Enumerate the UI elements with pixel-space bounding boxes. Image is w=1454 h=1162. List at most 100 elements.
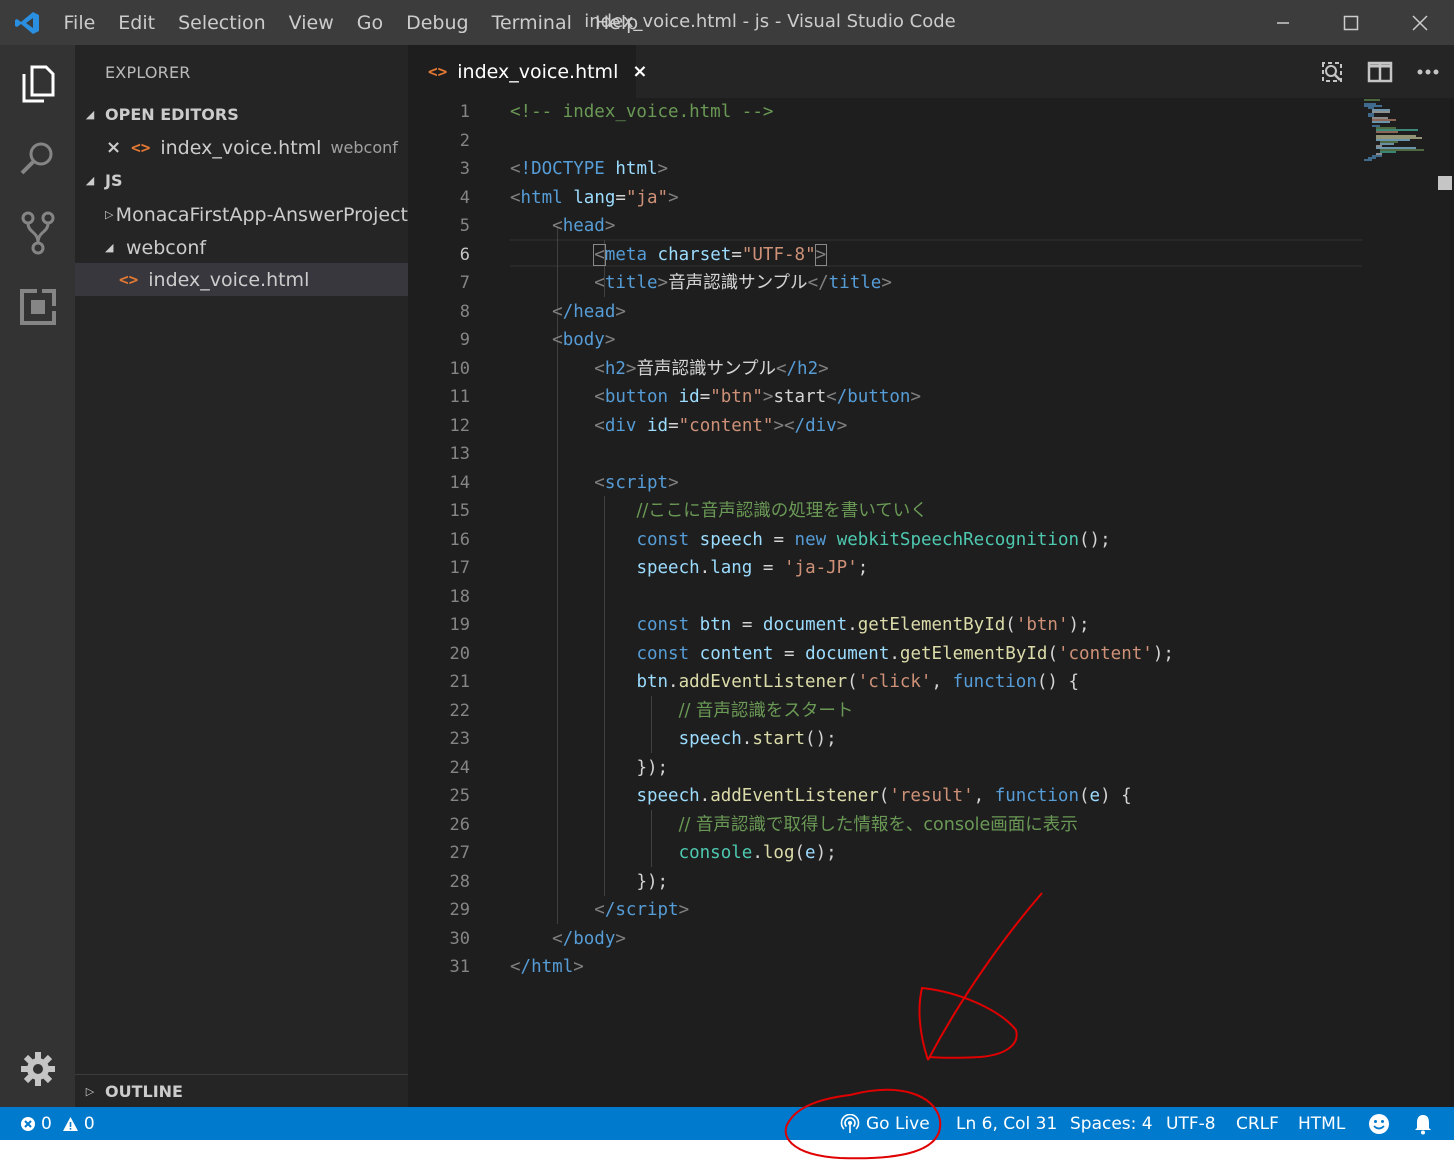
section-label: JS — [105, 171, 123, 190]
go-live-label: Go Live — [866, 1113, 930, 1134]
section-label: OUTLINE — [105, 1081, 183, 1101]
open-preview-button[interactable] — [1318, 58, 1346, 86]
activity-bar — [0, 45, 75, 1107]
explorer-button[interactable] — [16, 62, 60, 106]
minimize-icon — [1277, 21, 1289, 24]
tree-item-folder[interactable]: ▷ MonacaFirstApp-AnswerProject — [75, 198, 408, 231]
tree-item-label: MonacaFirstApp-AnswerProject — [115, 203, 408, 226]
tree-item-file[interactable]: <> index_voice.html — [75, 263, 408, 296]
code-line-1: <!-- index_voice.html --> — [510, 102, 774, 122]
settings-gear-icon — [21, 1052, 55, 1086]
open-preview-icon — [1322, 62, 1342, 82]
code-line-7: <title>音声認識サンプル</title> — [594, 273, 892, 293]
maximize-button[interactable] — [1316, 0, 1386, 45]
editor-tab[interactable]: <> index_voice.html × — [408, 45, 647, 98]
line-number: 8 — [459, 301, 470, 322]
smiley-icon — [1369, 1113, 1389, 1134]
code-line-15: //ここに音声認識の処理を書いていく — [636, 501, 928, 521]
line-number: 3 — [459, 159, 470, 179]
code-line-5: <head> — [552, 216, 616, 236]
section-label: OPEN EDITORS — [105, 105, 239, 124]
line-number: 9 — [459, 330, 470, 350]
code-line-27: console.log(e); — [678, 843, 837, 863]
language-mode[interactable]: HTML — [1298, 1107, 1345, 1140]
outline-section[interactable]: ▷ OUTLINE — [75, 1074, 408, 1107]
code-line-6: <meta charset="UTF-8"> — [593, 243, 828, 266]
line-number: 31 — [449, 957, 470, 977]
extensions-button[interactable] — [16, 285, 60, 329]
open-editor-item[interactable]: × <> index_voice.html webconf — [75, 131, 408, 164]
tree-item-label: webconf — [126, 236, 207, 259]
encoding-setting[interactable]: UTF-8 — [1166, 1107, 1216, 1140]
tree-item-folder[interactable]: ◢ webconf — [75, 231, 408, 264]
line-number: 11 — [449, 387, 470, 407]
collapse-triangle-icon: ◢ — [85, 174, 95, 187]
cursor-position[interactable]: Ln 6, Col 31 — [956, 1107, 1057, 1140]
line-number: 27 — [449, 843, 470, 863]
source-control-icon — [21, 211, 55, 255]
code-editor[interactable]: 1 2 3 4 5 6 7 8 9 10 11 12 13 14 15 16 17 18 19 20 21 22 23 24 2… — [408, 98, 1454, 1107]
scrollbar-marker[interactable] — [1438, 176, 1452, 190]
code-line-14: <script> — [594, 472, 679, 493]
line-number: 18 — [449, 586, 470, 607]
more-actions-icon — [1417, 69, 1439, 75]
code-line-11: <button id="btn">start</button> — [594, 387, 922, 407]
line-number: 16 — [449, 529, 470, 550]
settings-button[interactable] — [16, 1047, 60, 1091]
code-line-20: const content = document.getElementById(… — [636, 643, 1174, 664]
problems-indicator[interactable]: 0 0 — [20, 1107, 95, 1140]
code-line-24: }); — [636, 757, 669, 778]
code-line-30: </body> — [552, 928, 626, 949]
warning-count: 0 — [83, 1113, 95, 1134]
window-title: index_voice.html - js - Visual Studio Co… — [584, 11, 956, 32]
code-line-17: speech.lang = 'ja-JP'; — [636, 558, 869, 578]
line-number: 15 — [449, 501, 470, 521]
workspace-folder-section[interactable]: ◢ JS — [75, 164, 408, 197]
code-line-23: speech.start(); — [678, 729, 837, 749]
expand-triangle-icon: ▷ — [85, 1084, 95, 1098]
open-editors-section[interactable]: ◢ OPEN EDITORS — [75, 98, 408, 131]
line-number: 6 — [459, 244, 470, 265]
line-number: 1 — [459, 102, 470, 122]
more-actions-button[interactable] — [1414, 58, 1442, 86]
code-line-8: </head> — [552, 301, 626, 322]
explorer-sidebar: EXPLORER ◢ OPEN EDITORS × <> index_voice… — [75, 45, 408, 1107]
close-window-button[interactable] — [1385, 0, 1454, 45]
open-editor-filename: index_voice.html — [160, 136, 322, 159]
split-editor-button[interactable] — [1366, 58, 1394, 86]
extensions-icon — [20, 289, 56, 325]
close-editor-icon[interactable]: × — [106, 137, 121, 158]
title-bar: File Edit Selection View Go Debug Termin… — [0, 0, 1454, 45]
warning-icon — [62, 1116, 78, 1131]
page-background — [0, 1140, 1454, 1162]
code-line-16: const speech = new webkitSpeechRecogniti… — [636, 529, 1111, 550]
feedback-button[interactable] — [1368, 1107, 1390, 1140]
line-number: 21 — [449, 672, 470, 692]
minimap[interactable] — [1360, 98, 1454, 178]
line-number: 25 — [449, 786, 470, 806]
eol-setting[interactable]: CRLF — [1236, 1107, 1279, 1140]
line-number: 26 — [449, 814, 470, 835]
search-button[interactable] — [16, 137, 60, 181]
line-number: 30 — [449, 928, 470, 949]
close-tab-icon[interactable]: × — [632, 61, 647, 82]
go-live-button[interactable]: Go Live — [840, 1107, 930, 1140]
status-bar: 0 0 Go Live Ln 6, Col 31 Spaces: 4 UTF-8… — [0, 1107, 1454, 1140]
collapse-triangle-icon: ◢ — [85, 108, 95, 121]
sidebar-title: EXPLORER — [105, 63, 191, 82]
source-control-button[interactable] — [16, 211, 60, 255]
line-number: 19 — [449, 615, 470, 635]
line-number: 7 — [459, 273, 470, 293]
open-editor-folder: webconf — [330, 138, 398, 157]
line-number: 24 — [449, 757, 470, 778]
minimize-button[interactable] — [1248, 0, 1318, 45]
code-line-10: <h2>音声認識サンプル</h2> — [594, 358, 829, 379]
line-number: 5 — [459, 216, 470, 236]
indentation-setting[interactable]: Spaces: 4 — [1070, 1107, 1153, 1140]
notifications-button[interactable] — [1413, 1107, 1433, 1140]
code-line-3: <!DOCTYPE html> — [510, 159, 669, 179]
error-icon — [21, 1116, 35, 1131]
code-line-19: const btn = document.getElementById('btn… — [636, 615, 1090, 635]
expand-triangle-icon: ▷ — [105, 208, 114, 221]
code-line-9: <body> — [552, 330, 616, 350]
